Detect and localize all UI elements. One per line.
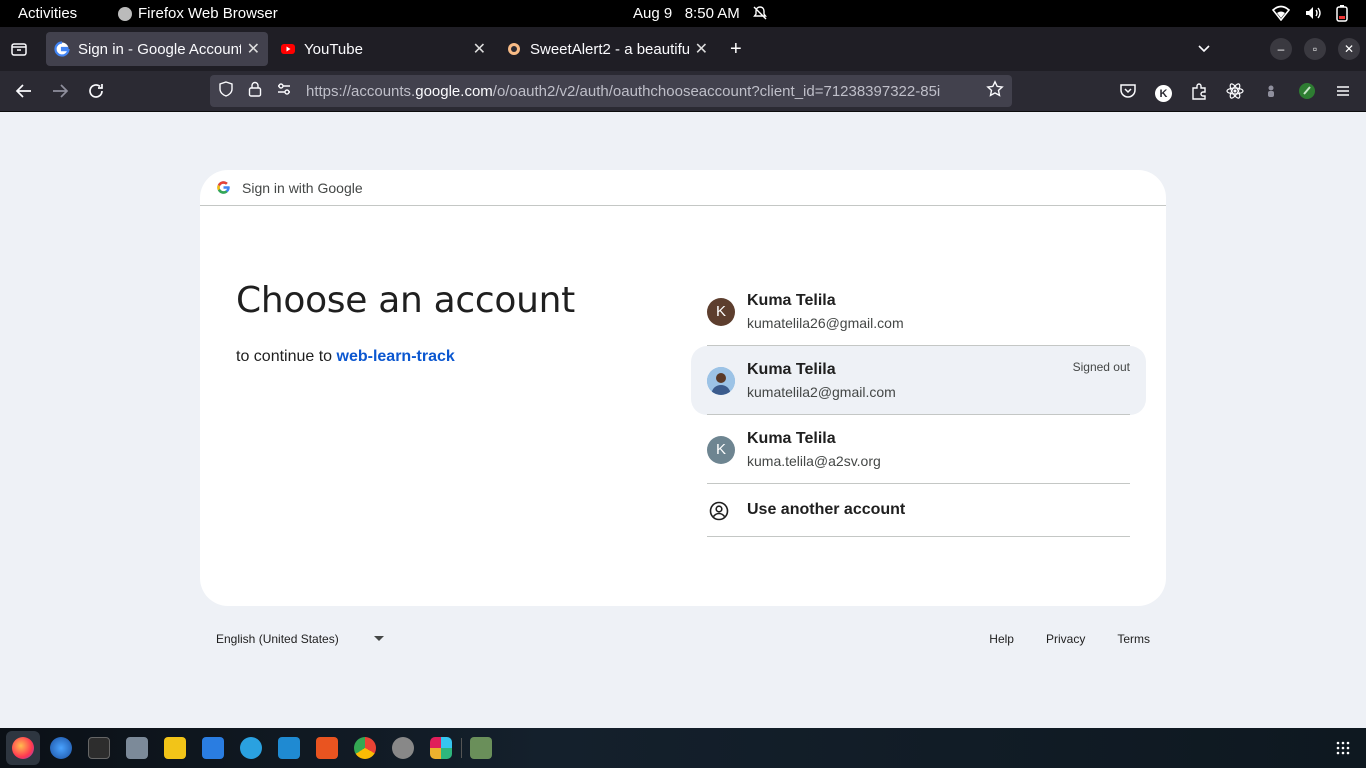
url-text[interactable]: https://accounts.google.com/o/oauth2/v2/… [306,83,978,100]
writer-dock-icon[interactable] [202,737,224,759]
extension-grey-icon[interactable] [1262,82,1280,105]
language-selector[interactable]: English (United States) [216,632,384,646]
firefox-dock-icon[interactable] [12,737,34,759]
account-name: Kuma Telila [747,430,836,447]
telegram-dock-icon[interactable] [240,737,262,759]
firefox-icon [118,6,132,21]
help-link[interactable]: Help [989,632,1014,646]
account-email: kumatelila26@gmail.com [747,315,904,331]
dropdown-caret-icon [374,636,384,641]
page-subtitle: to continue to web-learn-track [236,348,455,365]
tab-title: SweetAlert2 - a beautiful [530,40,689,58]
clock[interactable]: Aug 9 8:50 AM [633,5,740,22]
tab-sweetalert[interactable]: SweetAlert2 - a beautiful ✕ [498,32,716,66]
show-apps-grid-icon[interactable] [1336,741,1350,760]
account-avatar[interactable]: K [1155,85,1172,102]
page-title: Choose an account [236,280,575,321]
system-top-bar: Activities Firefox Web Browser Aug 9 8:5… [0,0,1366,27]
terms-link[interactable]: Terms [1117,632,1150,646]
settings-dock-icon[interactable] [392,737,414,759]
notifications-muted-icon [752,5,768,25]
files-dock-icon[interactable] [126,737,148,759]
card-header: Sign in with Google [200,170,1166,206]
tracking-protection-shield-icon[interactable] [218,81,234,101]
firefox-view-icon[interactable] [10,40,28,63]
volume-icon [1304,5,1322,21]
avatar: K [707,297,735,326]
tab-google-accounts[interactable]: Sign in - Google Accounts ✕ [46,32,268,66]
account-name: Kuma Telila [747,292,836,309]
list-all-tabs-chevron-icon[interactable] [1196,40,1212,61]
account-list: K Kuma Telila kumatelila26@gmail.com Kum… [691,277,1146,537]
account-email: kuma.telila@a2sv.org [747,453,881,469]
account-item[interactable]: Kuma Telila kumatelila2@gmail.com Signed… [691,346,1146,415]
app-name: Firefox Web Browser [138,5,278,22]
system-tray[interactable] [1272,4,1348,22]
close-tab-icon[interactable]: ✕ [473,39,486,59]
avatar [707,366,735,395]
thunderbird-dock-icon[interactable] [50,737,72,759]
footer-links: Help Privacy Terms [989,632,1150,646]
terminal-dock-icon[interactable] [88,737,110,759]
youtube-icon [280,41,296,57]
google-icon [54,41,70,57]
time-label: 8:50 AM [684,5,740,22]
sweetalert-icon [506,41,522,57]
use-another-account-button[interactable]: Use another account [691,484,1146,537]
toolbar-extensions: K [1119,82,1352,105]
taskbar-dock [0,728,1366,768]
account-circle-icon [709,501,729,526]
account-item[interactable]: K Kuma Telila kumatelila26@gmail.com [691,277,1146,346]
chrome-dock-icon[interactable] [354,737,376,759]
app-menu[interactable]: Firefox Web Browser [118,5,278,22]
bookmark-star-icon[interactable] [986,80,1004,102]
tab-title: YouTube [304,40,363,58]
address-bar[interactable]: https://accounts.google.com/o/oauth2/v2/… [210,75,1012,107]
close-tab-icon[interactable]: ✕ [247,39,260,59]
lock-icon[interactable] [248,81,262,101]
rhythmbox-dock-icon[interactable] [164,737,186,759]
pocket-icon[interactable] [1119,82,1137,105]
divider [707,536,1130,537]
software-center-dock-icon[interactable] [316,737,338,759]
close-tab-icon[interactable]: ✕ [695,39,708,59]
battery-icon [1336,4,1348,22]
sign-in-card: Sign in with Google Choose an account to… [200,170,1166,606]
navigation-toolbar: https://accounts.google.com/o/oauth2/v2/… [0,71,1366,112]
close-window-icon[interactable]: ✕ [1338,38,1360,60]
language-label: English (United States) [216,632,339,646]
app-name-link[interactable]: web-learn-track [337,348,455,365]
extensions-puzzle-icon[interactable] [1190,82,1208,105]
signed-out-status: Signed out [1072,360,1130,374]
account-name: Kuma Telila [747,361,836,378]
minimize-window-icon[interactable]: – [1270,38,1292,60]
card-header-title: Sign in with Google [242,179,363,196]
account-email: kumatelila2@gmail.com [747,384,896,400]
maximize-window-icon[interactable]: ▫ [1304,38,1326,60]
new-tab-plus-icon[interactable]: + [730,39,742,59]
app-menu-hamburger-icon[interactable] [1334,82,1352,105]
react-devtools-icon[interactable] [1226,82,1244,105]
wifi-icon [1272,5,1290,21]
account-item[interactable]: K Kuma Telila kuma.telila@a2sv.org [691,415,1146,484]
date-label: Aug 9 [633,5,673,22]
extension-green-icon[interactable] [1298,82,1316,105]
permissions-sliders-icon[interactable] [276,81,292,101]
tab-strip: Sign in - Google Accounts ✕ YouTube ✕ Sw… [0,27,1366,71]
vscode-dock-icon[interactable] [278,737,300,759]
tab-title: Sign in - Google Accounts [78,40,241,58]
dock-separator [461,738,462,758]
google-logo-icon [216,180,231,195]
privacy-link[interactable]: Privacy [1046,632,1085,646]
back-arrow-icon[interactable] [14,81,34,106]
use-another-account-label: Use another account [747,501,906,518]
avatar: K [707,435,735,464]
slack-dock-icon[interactable] [430,737,452,759]
tab-youtube[interactable]: YouTube ✕ [272,32,494,66]
reload-icon[interactable] [86,81,106,106]
forward-arrow-icon[interactable] [50,81,70,106]
trash-dock-icon[interactable] [470,737,492,759]
activities-button[interactable]: Activities [18,5,77,22]
page-footer: English (United States) Help Privacy Ter… [200,630,1166,650]
